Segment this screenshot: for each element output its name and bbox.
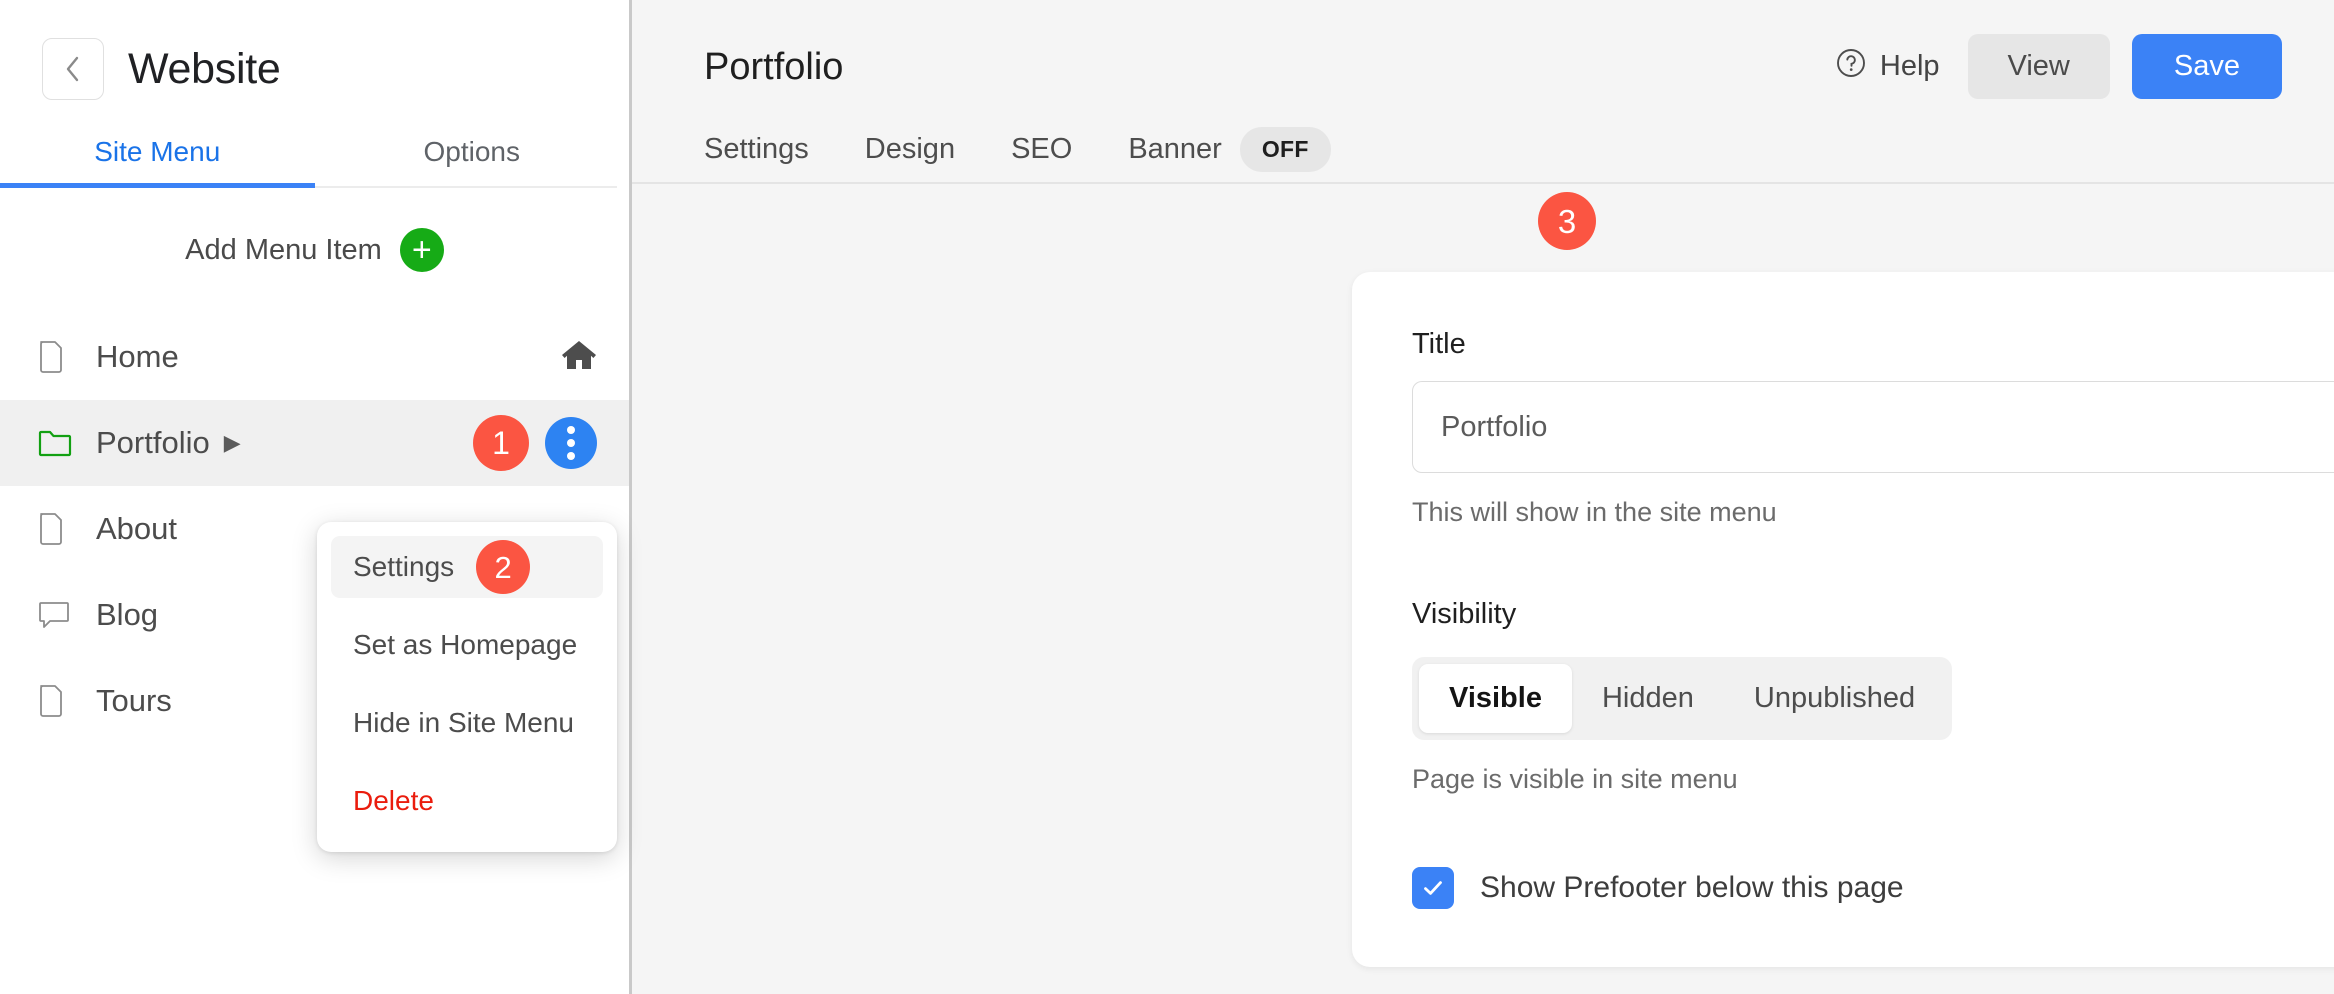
visibility-field-label: Visibility <box>1412 598 1517 630</box>
save-button[interactable]: Save <box>2131 34 2282 99</box>
context-menu-item-label: Settings <box>353 551 455 582</box>
menu-item-trailing: 1 <box>473 415 597 471</box>
sidebar: Website Site Menu Options Add Menu Item … <box>0 0 632 994</box>
page-title: Website <box>128 44 281 93</box>
tab-options[interactable]: Options <box>315 136 630 188</box>
add-menu-item-button[interactable]: Add Menu Item + <box>0 228 629 272</box>
menu-item-label: Home <box>96 339 179 374</box>
prefooter-checkbox-label: Show Prefooter below this page <box>1480 871 1904 904</box>
menu-item-home[interactable]: Home <box>0 314 629 400</box>
annotation-badge-3: 3 <box>1538 192 1596 250</box>
chevron-left-icon <box>61 53 85 85</box>
sidebar-tabs: Site Menu Options <box>0 136 629 188</box>
main-tabs: Settings Design SEO Banner OFF <box>632 116 2334 184</box>
tab-site-menu[interactable]: Site Menu <box>0 136 315 188</box>
main-panel: Portfolio Help View Save Settings Design… <box>632 0 2334 994</box>
title-input[interactable] <box>1412 381 2334 473</box>
title-helper-text: This will show in the site menu <box>1412 497 1777 527</box>
title-field-label: Title <box>1412 328 1466 360</box>
menu-item-trailing <box>561 339 597 376</box>
context-menu-item-label: Set as Homepage <box>353 629 578 660</box>
context-menu-item-settings[interactable]: Settings 2 <box>331 536 603 598</box>
visibility-option-unpublished[interactable]: Unpublished <box>1724 664 1945 733</box>
context-menu-item-label: Delete <box>353 785 434 816</box>
menu-item-label: Portfolio <box>96 425 210 460</box>
main-page-title: Portfolio <box>704 46 844 88</box>
visibility-option-visible[interactable]: Visible <box>1419 664 1572 733</box>
visibility-helper-text: Page is visible in site menu <box>1412 764 1738 794</box>
page-icon <box>38 512 72 546</box>
back-button[interactable] <box>42 38 104 100</box>
annotation-badge-1: 1 <box>473 415 529 471</box>
sidebar-header: Website <box>0 0 629 100</box>
visibility-option-hidden[interactable]: Hidden <box>1572 664 1724 733</box>
toolbar-actions: Help View Save <box>1836 34 2282 99</box>
menu-item-label: About <box>96 511 178 546</box>
expand-caret-icon[interactable]: ▶ <box>224 432 241 454</box>
tab-banner-group: Banner OFF <box>1128 126 1331 172</box>
question-circle-icon <box>1836 48 1866 86</box>
menu-item-label: Blog <box>96 597 159 632</box>
context-menu: Settings 2 Set as Homepage Hide in Site … <box>317 522 617 852</box>
help-button[interactable]: Help <box>1836 48 1946 86</box>
context-menu-item-set-as-homepage[interactable]: Set as Homepage <box>331 614 603 676</box>
page-icon <box>38 684 72 718</box>
three-dots-vertical-icon[interactable] <box>545 417 597 469</box>
prefooter-checkbox-row[interactable]: Show Prefooter below this page <box>1412 867 2334 909</box>
annotation-badge-3-wrap: 3 <box>1538 192 1596 250</box>
context-menu-item-hide-in-site-menu[interactable]: Hide in Site Menu <box>331 692 603 754</box>
app-root: Website Site Menu Options Add Menu Item … <box>0 0 2334 994</box>
home-icon <box>561 339 597 376</box>
main-toolbar: Portfolio Help View Save <box>632 0 2334 116</box>
view-button[interactable]: View <box>1967 34 2110 99</box>
tab-design[interactable]: Design <box>865 133 955 166</box>
annotation-badge-2: 2 <box>476 540 531 594</box>
speech-bubble-icon <box>38 600 72 630</box>
context-menu-item-delete[interactable]: Delete <box>331 770 603 832</box>
menu-item-portfolio[interactable]: Portfolio ▶ 1 <box>0 400 629 486</box>
visibility-segmented-control: Visible Hidden Unpublished <box>1412 657 1953 740</box>
check-icon <box>1424 881 1442 895</box>
tab-settings[interactable]: Settings <box>704 133 809 166</box>
banner-toggle[interactable]: OFF <box>1239 126 1331 172</box>
tab-banner[interactable]: Banner <box>1128 133 1222 166</box>
folder-icon <box>38 429 72 457</box>
plus-icon: + <box>399 228 444 272</box>
menu-item-label: Tours <box>96 683 172 718</box>
add-menu-item-label: Add Menu Item <box>185 233 382 266</box>
settings-card: Title This will show in the site menu Vi… <box>1352 272 2334 967</box>
page-icon <box>38 340 72 374</box>
tab-seo[interactable]: SEO <box>1011 133 1072 166</box>
context-menu-item-label: Hide in Site Menu <box>353 707 575 738</box>
help-label: Help <box>1879 50 1940 82</box>
prefooter-checkbox[interactable] <box>1412 867 1454 909</box>
